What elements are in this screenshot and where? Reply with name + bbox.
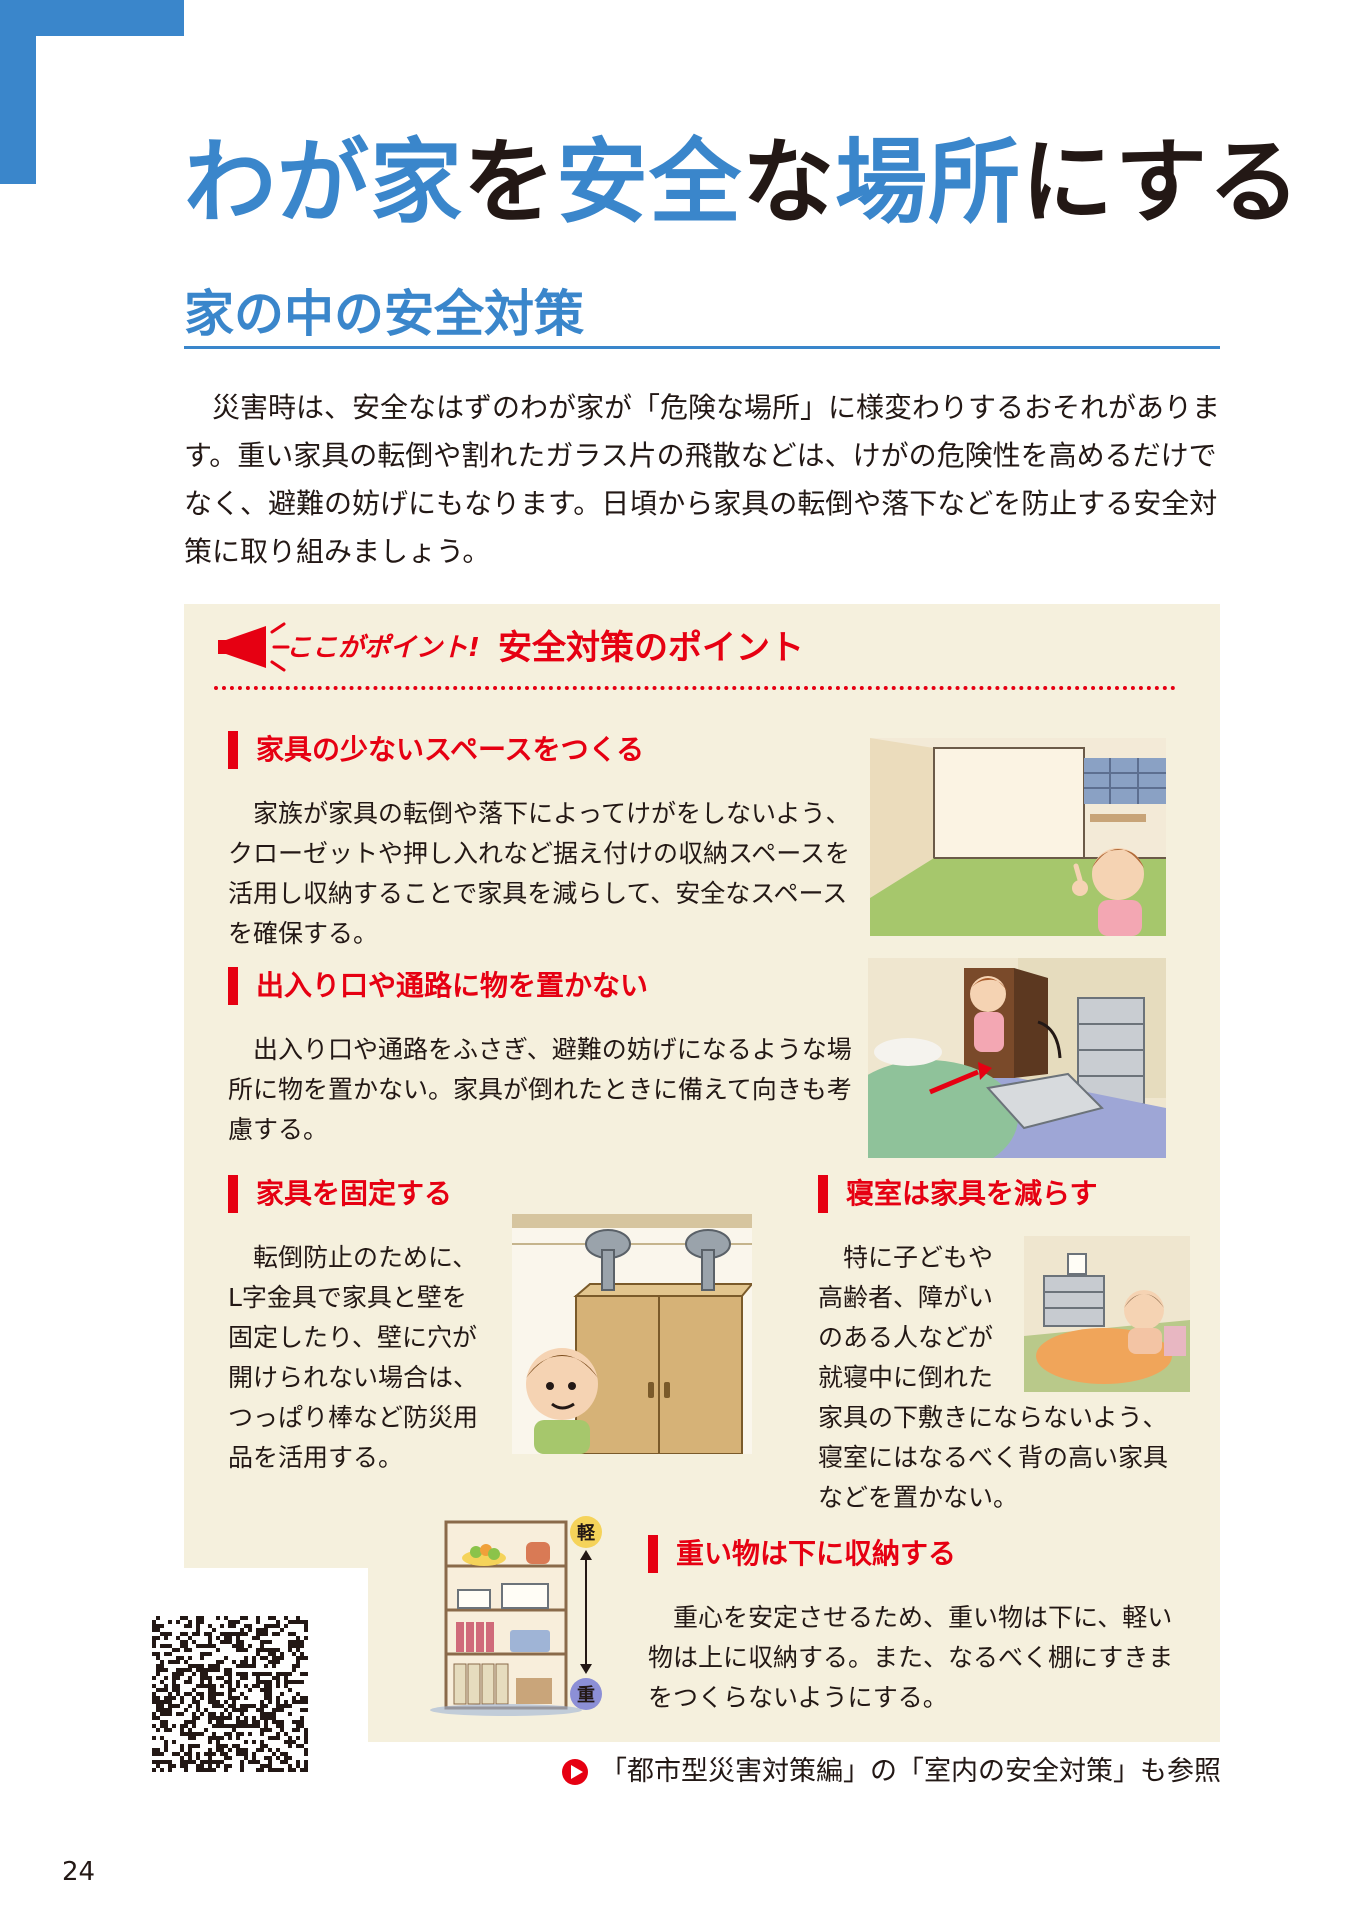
title-part: 安全: [556, 129, 743, 236]
page-number: 24: [62, 1857, 96, 1887]
point-heading-bedroom: 寝室は家具を減らす: [818, 1174, 1097, 1214]
point-heading-exit: 出入り口や通路に物を置かない: [228, 966, 648, 1006]
page-title: わが家を安全な場所にする: [184, 118, 1300, 248]
point-title: 安全対策のポイント: [498, 628, 804, 668]
point-body-bedroom-bottom: 家具の下敷きにならないよう、寝室にはなるべく背の高い家具などを置かない。: [818, 1403, 1169, 1512]
point-body-space: 家族が家具の転倒や落下によってけがをしないよう、クローゼットや押し入れなど据え付…: [228, 799, 851, 948]
point-badge: ここがポイント!: [286, 633, 480, 663]
intro-paragraph: 災害時は、安全なはずのわが家が「危険な場所」に様変わりするおそれがあります。重い…: [184, 391, 1221, 568]
heavy-label: 重: [577, 1684, 595, 1706]
qr-code: [148, 1612, 312, 1776]
megaphone-icon: [218, 622, 290, 672]
bedroom-illustration: [1024, 1236, 1190, 1392]
point-heading-storage: 重い物は下に収納する: [648, 1534, 956, 1574]
corner-mark: [0, 0, 184, 184]
point-heading-fix: 家具を固定する: [228, 1174, 452, 1214]
title-part: を: [463, 129, 557, 236]
doorway-illustration: [868, 958, 1166, 1158]
furniture-fixing-illustration: [512, 1214, 752, 1454]
dotted-divider: [214, 686, 1176, 690]
section-divider: [184, 346, 1220, 349]
shelf-illustration: 軽 重: [428, 1514, 608, 1716]
point-body-bedroom-top: 特に子どもや高齢者、障がいのある人などが就寝中に倒れた: [818, 1243, 994, 1392]
play-arrow-icon: [562, 1759, 588, 1785]
empty-room-illustration: [870, 738, 1166, 936]
point-body-exit: 出入り口や通路をふさぎ、避難の妨げになるような場所に物を置かない。家具が倒れたと…: [228, 1035, 852, 1144]
point-heading-space: 家具の少ないスペースをつくる: [228, 730, 644, 770]
point-body-fix: 転倒防止のために、L字金具で家具と壁を固定したり、壁に穴が開けられない場合は、つ…: [228, 1243, 479, 1472]
title-part: な: [742, 129, 836, 236]
point-body-storage: 重心を安定させるため、重い物は下に、軽い物は上に収納する。また、なるべく棚にすき…: [648, 1603, 1174, 1712]
light-label: 軽: [577, 1522, 596, 1544]
reference-note-text: 「都市型災害対策編」の「室内の安全対策」も参照: [600, 1756, 1221, 1787]
title-part: 場所: [835, 129, 1022, 236]
section-heading: 家の中の安全対策: [184, 285, 584, 343]
title-part: 家: [370, 129, 464, 236]
title-part: わが: [184, 129, 371, 236]
reference-note: 「都市型災害対策編」の「室内の安全対策」も参照: [562, 1752, 1221, 1792]
title-part: にする: [1021, 129, 1302, 236]
